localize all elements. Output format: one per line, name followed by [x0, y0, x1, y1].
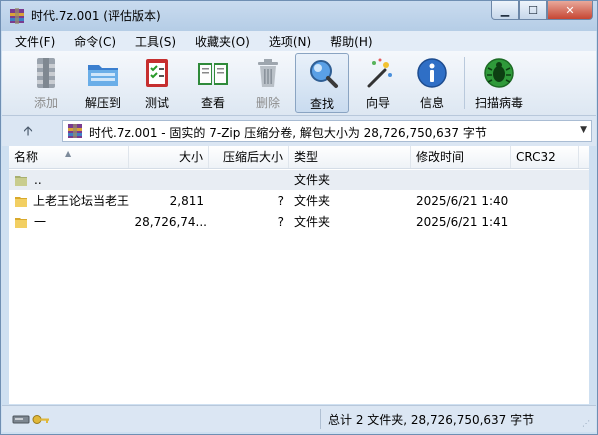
status-separator	[320, 409, 321, 429]
file-name: ..	[34, 173, 42, 187]
file-size	[129, 170, 209, 190]
column-header-name[interactable]: 名称 ▲	[9, 146, 129, 168]
archive-add-icon	[37, 58, 55, 88]
file-type: 文件夹	[294, 173, 331, 187]
wizard-wand-icon	[367, 58, 392, 88]
info-icon	[417, 58, 447, 88]
up-arrow-icon: 🡩	[23, 124, 33, 139]
test-button[interactable]: 测试	[130, 53, 184, 113]
virus-scan-label: 扫描病毒	[474, 96, 523, 110]
file-modified: 2025/6/21 1:41	[416, 215, 509, 229]
extract-to-label: 解压到	[84, 96, 121, 110]
file-crc	[511, 191, 579, 211]
add-button[interactable]: 添加	[19, 53, 73, 113]
toolbar: 添加 解压到 测试 查看 删除 查找 向导 信息 扫描病毒	[2, 51, 596, 116]
menu-commands[interactable]: 命令(C)	[61, 31, 122, 51]
wizard-button[interactable]: 向导	[351, 53, 405, 113]
delete-button[interactable]: 删除	[241, 53, 295, 113]
file-type: 文件夹	[294, 215, 331, 229]
winrar-window: 时代.7z.001 (评估版本) ▁ ☐ ✕ 文件(F) 命令(C) 工具(S)…	[0, 0, 598, 435]
drive-key-icon	[12, 415, 49, 424]
folder-up-icon	[15, 176, 27, 186]
minimize-button[interactable]: ▁	[491, 1, 519, 20]
menu-bar: 文件(F) 命令(C) 工具(S) 收藏夹(O) 选项(N) 帮助(H)	[2, 31, 596, 51]
address-dropdown-icon[interactable]: ▼	[580, 125, 587, 135]
address-text: 时代.7z.001 - 固实的 7-Zip 压缩分卷, 解包大小为 28,726…	[89, 126, 487, 140]
up-folder-button[interactable]: 🡩	[16, 122, 40, 140]
view-label: 查看	[200, 96, 225, 110]
file-modified: 2025/6/21 1:40	[416, 194, 509, 208]
add-label: 添加	[33, 96, 58, 110]
file-name: 一	[34, 215, 47, 229]
list-item-parent[interactable]: .. 文件夹	[9, 170, 589, 190]
column-header-packed[interactable]: 压缩后大小	[209, 146, 289, 168]
find-button[interactable]: 查找	[295, 53, 349, 113]
list-item[interactable]: 一 28,726,74... ? 文件夹 2025/6/21 1:41	[9, 212, 589, 232]
view-book-icon	[198, 63, 228, 85]
file-size: 2,811	[169, 194, 204, 208]
extract-folder-icon	[88, 65, 118, 86]
address-bar: 🡩 时代.7z.001 - 固实的 7-Zip 压缩分卷, 解包大小为 28,7…	[2, 116, 596, 146]
column-header-crc[interactable]: CRC32	[511, 146, 579, 168]
folder-icon	[15, 218, 27, 228]
window-controls: ▁ ☐ ✕	[491, 1, 593, 21]
extract-to-button[interactable]: 解压到	[76, 53, 130, 113]
menu-file[interactable]: 文件(F)	[2, 31, 61, 51]
status-bar: 总计 2 文件夹, 28,726,750,637 字节 ⋰	[2, 405, 596, 432]
resize-grip-icon[interactable]: ⋰	[582, 419, 592, 429]
info-button[interactable]: 信息	[405, 53, 459, 113]
column-header-type[interactable]: 类型	[289, 146, 411, 168]
trash-icon	[258, 59, 278, 87]
virus-scan-button[interactable]: 扫描病毒	[470, 53, 528, 113]
column-header-size[interactable]: 大小	[129, 146, 209, 168]
menu-help[interactable]: 帮助(H)	[317, 31, 378, 51]
view-button[interactable]: 查看	[186, 53, 240, 113]
delete-label: 删除	[255, 96, 280, 110]
info-label: 信息	[419, 96, 444, 110]
find-label: 查找	[309, 97, 334, 111]
magnifier-icon	[310, 60, 338, 88]
menu-favorites[interactable]: 收藏夹(O)	[182, 31, 256, 51]
sort-ascending-icon: ▲	[65, 149, 72, 158]
winrar-app-icon[interactable]	[9, 8, 25, 24]
window-title: 时代.7z.001 (评估版本)	[31, 9, 161, 23]
menu-tools[interactable]: 工具(S)	[122, 31, 182, 51]
title-bar[interactable]: 时代.7z.001 (评估版本) ▁ ☐ ✕	[1, 1, 597, 31]
close-button[interactable]: ✕	[547, 1, 593, 20]
file-modified	[411, 170, 511, 190]
file-packed	[209, 170, 289, 190]
file-name: 上老王论坛当老王	[33, 194, 129, 208]
toolbar-separator-2	[464, 57, 465, 109]
column-header-modified[interactable]: 修改时间	[411, 146, 511, 168]
folder-icon	[15, 197, 27, 207]
maximize-button[interactable]: ☐	[519, 1, 547, 20]
file-packed: ?	[277, 215, 284, 229]
test-checklist-icon	[146, 59, 168, 87]
file-size: 28,726,74...	[134, 215, 207, 229]
status-text: 总计 2 文件夹, 28,726,750,637 字节	[328, 413, 535, 427]
list-header: 名称 ▲ 大小 压缩后大小 类型 修改时间 CRC32	[9, 146, 589, 169]
archive-icon	[68, 124, 82, 138]
file-crc	[511, 212, 579, 232]
test-label: 测试	[144, 96, 169, 110]
list-item[interactable]: 上老王论坛当老王 2,811 ? 文件夹 2025/6/21 1:40	[9, 191, 589, 211]
menu-options[interactable]: 选项(N)	[256, 31, 317, 51]
virus-scan-icon	[484, 58, 514, 88]
file-packed: ?	[277, 194, 284, 208]
file-type: 文件夹	[294, 194, 331, 208]
file-list: 名称 ▲ 大小 压缩后大小 类型 修改时间 CRC32 .. 文件夹 上老王论坛…	[9, 146, 589, 404]
address-field[interactable]: 时代.7z.001 - 固实的 7-Zip 压缩分卷, 解包大小为 28,726…	[62, 120, 592, 142]
wizard-label: 向导	[365, 96, 390, 110]
file-crc	[511, 170, 579, 190]
